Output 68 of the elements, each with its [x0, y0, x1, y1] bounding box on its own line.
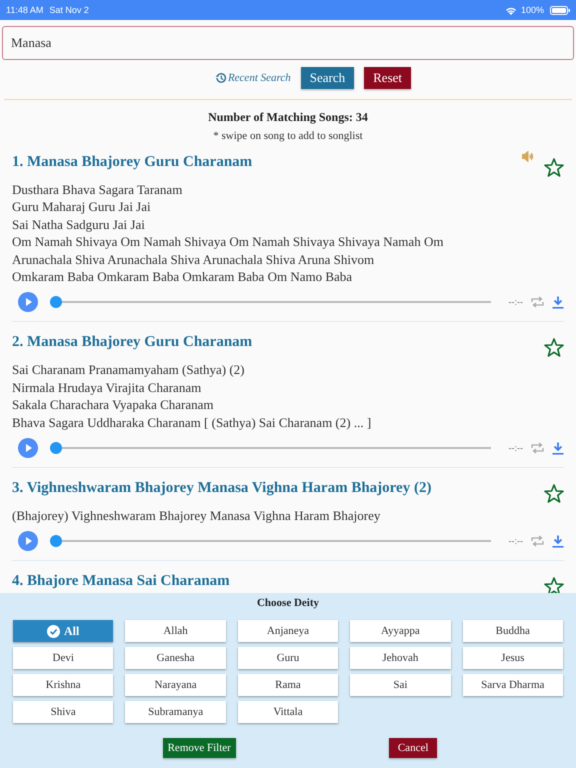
lyric-line: Arunachala Shiva Arunachala Shiva Arunachala Shiva Aruna Shivom [12, 250, 376, 268]
lyric-line: Sakala Charachara Vyapaka Charanam [12, 396, 215, 414]
play-button[interactable] [18, 531, 38, 552]
play-button[interactable] [18, 438, 38, 458]
battery-level: 100% [520, 5, 544, 15]
lyric-line: (Bhajorey) Vighneshwaram Bhajorey Manasa Vighna Haram Bhajorey [12, 507, 382, 524]
slider-thumb[interactable] [50, 442, 62, 454]
battery-icon [550, 6, 570, 14]
match-count: Number of Matching Songs: 34 [207, 110, 369, 125]
deity-option[interactable]: Anjaneya [238, 620, 338, 642]
download-icon[interactable] [552, 442, 564, 455]
download-icon[interactable] [552, 534, 564, 548]
deity-option[interactable]: Jesus [462, 647, 563, 669]
deity-option[interactable]: All [13, 620, 114, 642]
deity-option[interactable]: Devi [13, 647, 114, 669]
status-time: 11:48 AM [6, 5, 44, 15]
lyric-line: Guru Maharaj Guru Jai Jai [12, 198, 152, 216]
time-label: --:-- [508, 536, 523, 546]
deity-option[interactable]: Krishna [13, 674, 114, 696]
song-title[interactable]: 2. Manasa Bhajorey Guru Charanam [12, 334, 252, 352]
wifi-icon [504, 6, 517, 14]
remove-filter-button[interactable]: Remove Filter [162, 738, 236, 758]
deity-option[interactable]: Narayana [125, 674, 226, 696]
panel-title: Choose Deity [256, 597, 320, 609]
deity-option[interactable]: Buddha [462, 620, 563, 642]
deity-option[interactable]: Sarva Dharma [462, 674, 563, 696]
swipe-hint: * swipe on song to add to songlist [212, 130, 364, 142]
search-button[interactable]: Search [300, 67, 354, 89]
status-date: Sat Nov 2 [49, 5, 89, 15]
recent-search-link[interactable]: Recent Search [214, 72, 291, 84]
lyric-line: Bhava Sagara Uddharaka Charanam [ (Sathya) Sai Charanam (2) ... ] [12, 414, 372, 432]
lyric-line: Nirmala Hrudaya Virajita Charanam [12, 378, 202, 396]
deity-option[interactable]: Shiva [13, 701, 114, 723]
repeat-icon[interactable] [531, 296, 544, 308]
song-title[interactable]: 4. Bhajore Manasa Sai Charanam [12, 573, 230, 590]
deity-option[interactable]: Jehovah [350, 647, 451, 669]
slider-thumb[interactable] [50, 296, 62, 308]
star-icon[interactable] [544, 158, 564, 177]
star-icon[interactable] [544, 338, 564, 358]
deity-option[interactable]: Vittala [238, 701, 338, 723]
lyric-line: Om Namah Shivaya Om Namah Shivaya Om Namah Shivaya Shivaya Namah Om [12, 233, 444, 251]
check-icon [47, 624, 60, 638]
deity-option[interactable]: Ayyappa [350, 620, 451, 642]
time-label: --:-- [508, 297, 523, 308]
time-label: --:-- [508, 443, 523, 454]
cancel-button[interactable]: Cancel [388, 738, 438, 758]
star-icon[interactable] [544, 577, 564, 593]
play-button[interactable] [18, 292, 38, 312]
lyric-line: Sai Charanam Pranamamyaham (Sathya) (2) [12, 361, 246, 379]
lyric-line: Dusthara Bhava Sagara Taranam [12, 181, 184, 198]
song-title[interactable]: 3. Vighneshwaram Bhajorey Manasa Vighna Haram Bhajorey (2) [12, 480, 432, 498]
deity-option[interactable]: Allah [125, 620, 226, 642]
deity-option[interactable]: Rama [238, 674, 338, 696]
reset-button[interactable]: Reset [364, 67, 412, 89]
search-field[interactable]: Manasa [2, 26, 574, 60]
deity-option[interactable]: Guru [238, 647, 338, 669]
slider-thumb[interactable] [50, 535, 62, 548]
deity-option[interactable]: Sai [350, 674, 451, 696]
deity-option[interactable]: Subramanya [125, 701, 226, 723]
download-icon[interactable] [552, 296, 564, 309]
lyric-line: Sai Natha Sadguru Jai Jai [12, 216, 146, 234]
lyric-line: Omkaram Baba Omkaram Baba Omkaram Baba Om Namo Baba [12, 268, 354, 286]
song-title[interactable]: 1. Manasa Bhajorey Guru Charanam [12, 154, 252, 171]
history-icon [214, 72, 227, 84]
star-icon[interactable] [544, 484, 564, 504]
deity-option[interactable]: Ganesha [125, 647, 226, 669]
repeat-icon[interactable] [531, 442, 544, 454]
repeat-icon[interactable] [531, 535, 544, 548]
